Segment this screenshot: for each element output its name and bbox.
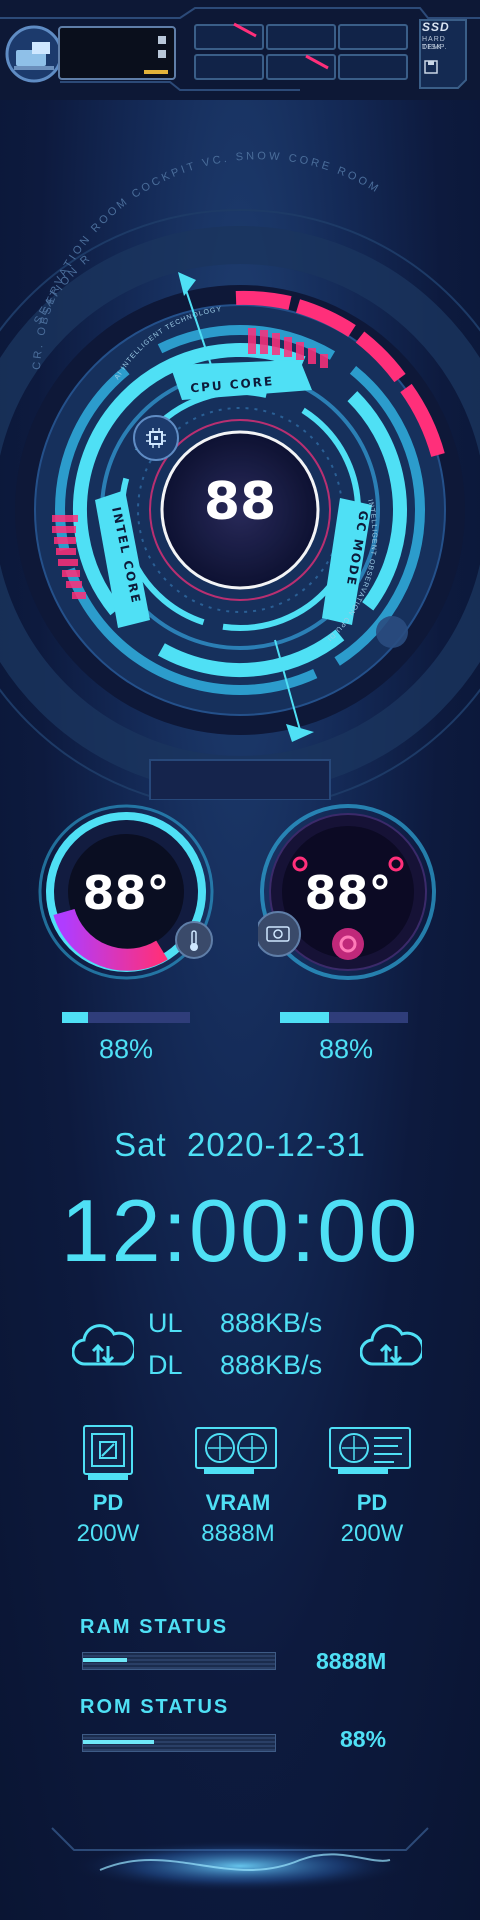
graphics-card-small-icon xyxy=(266,926,290,942)
rom-status-bar xyxy=(82,1734,276,1752)
cpu-dial-value: 88 xyxy=(203,472,277,532)
rom-status-fill xyxy=(83,1740,155,1744)
ram-status-value: 8888M xyxy=(316,1648,387,1674)
hw-value-1: 200W xyxy=(76,1520,140,1547)
rom-status-value: 88% xyxy=(340,1726,387,1752)
upload-speed: 888KB/s xyxy=(220,1308,323,1338)
cpu-chip-icon xyxy=(83,1425,133,1480)
info-display xyxy=(58,26,176,80)
upload-label: UL xyxy=(148,1308,183,1338)
cloud-upload-icon xyxy=(72,1324,134,1366)
gpu-usage-percent: 88% xyxy=(318,1034,374,1064)
clock: 12:00:00 xyxy=(60,1181,420,1280)
cpu-usage-percent: 88% xyxy=(98,1034,154,1064)
top-bar: SSD HARD DISK TEMP. xyxy=(0,0,480,100)
cpu-usage-fill xyxy=(62,1012,88,1023)
cpu-chip-icon xyxy=(146,428,166,448)
download-speed: 888KB/s xyxy=(220,1350,323,1380)
cpu-temp-gauge: 88° xyxy=(36,802,220,982)
gpu-board-icon xyxy=(329,1427,411,1474)
monitor-panel: SSD HARD DISK TEMP. CR. OBSERVATION ROOM… xyxy=(0,0,480,1920)
gpu-temp-gauge: 88° xyxy=(258,802,448,982)
ssd-temp-badge: SSD HARD DISK TEMP. xyxy=(418,18,468,90)
gpu-temp-value: 88° xyxy=(304,866,392,920)
avatar[interactable] xyxy=(4,24,64,84)
status-dot-icon xyxy=(158,50,166,58)
ram-status-label: RAM STATUS xyxy=(80,1616,229,1638)
thermometer-icon xyxy=(190,930,198,951)
graphics-card-icon xyxy=(195,1427,277,1474)
ssd-title: SSD xyxy=(422,20,450,34)
bottom-glow-decoration xyxy=(51,1827,429,1892)
ram-status-bar xyxy=(82,1652,276,1670)
cloud-download-icon xyxy=(360,1324,422,1366)
floppy-disk-icon xyxy=(424,60,438,74)
cpu-usage-bar xyxy=(62,1012,190,1023)
hw-label-1: PD xyxy=(92,1490,124,1515)
download-label: DL xyxy=(148,1350,183,1380)
ram-status-fill xyxy=(83,1658,128,1662)
weekday: Sat xyxy=(114,1126,167,1163)
cpu-dial: CR. OBSERVATION ROOM COCKPIT VC. SNOW CO… xyxy=(0,120,480,800)
hw-value-2: 8888M xyxy=(201,1520,275,1547)
gpu-usage-bar xyxy=(280,1012,408,1023)
rom-status-label: ROM STATUS xyxy=(80,1696,230,1718)
hw-label-3: PD xyxy=(356,1490,388,1515)
cpu-temp-value: 88° xyxy=(82,866,170,920)
status-dot-icon xyxy=(158,36,166,44)
hw-label-2: VRAM xyxy=(205,1490,271,1515)
cpu-dial-graphics: CR. OBSERVATION ROOM COCKPIT VC. SNOW CO… xyxy=(0,120,480,800)
ssd-subtitle-2: TEMP. xyxy=(422,44,448,51)
hw-value-3: 200W xyxy=(340,1520,404,1547)
indicator-bar xyxy=(144,70,168,74)
date-line: Sat 2020-12-31 xyxy=(0,1126,480,1164)
gpu-usage-fill xyxy=(280,1012,329,1023)
date: 2020-12-31 xyxy=(187,1126,366,1163)
tile-accents xyxy=(233,22,329,70)
